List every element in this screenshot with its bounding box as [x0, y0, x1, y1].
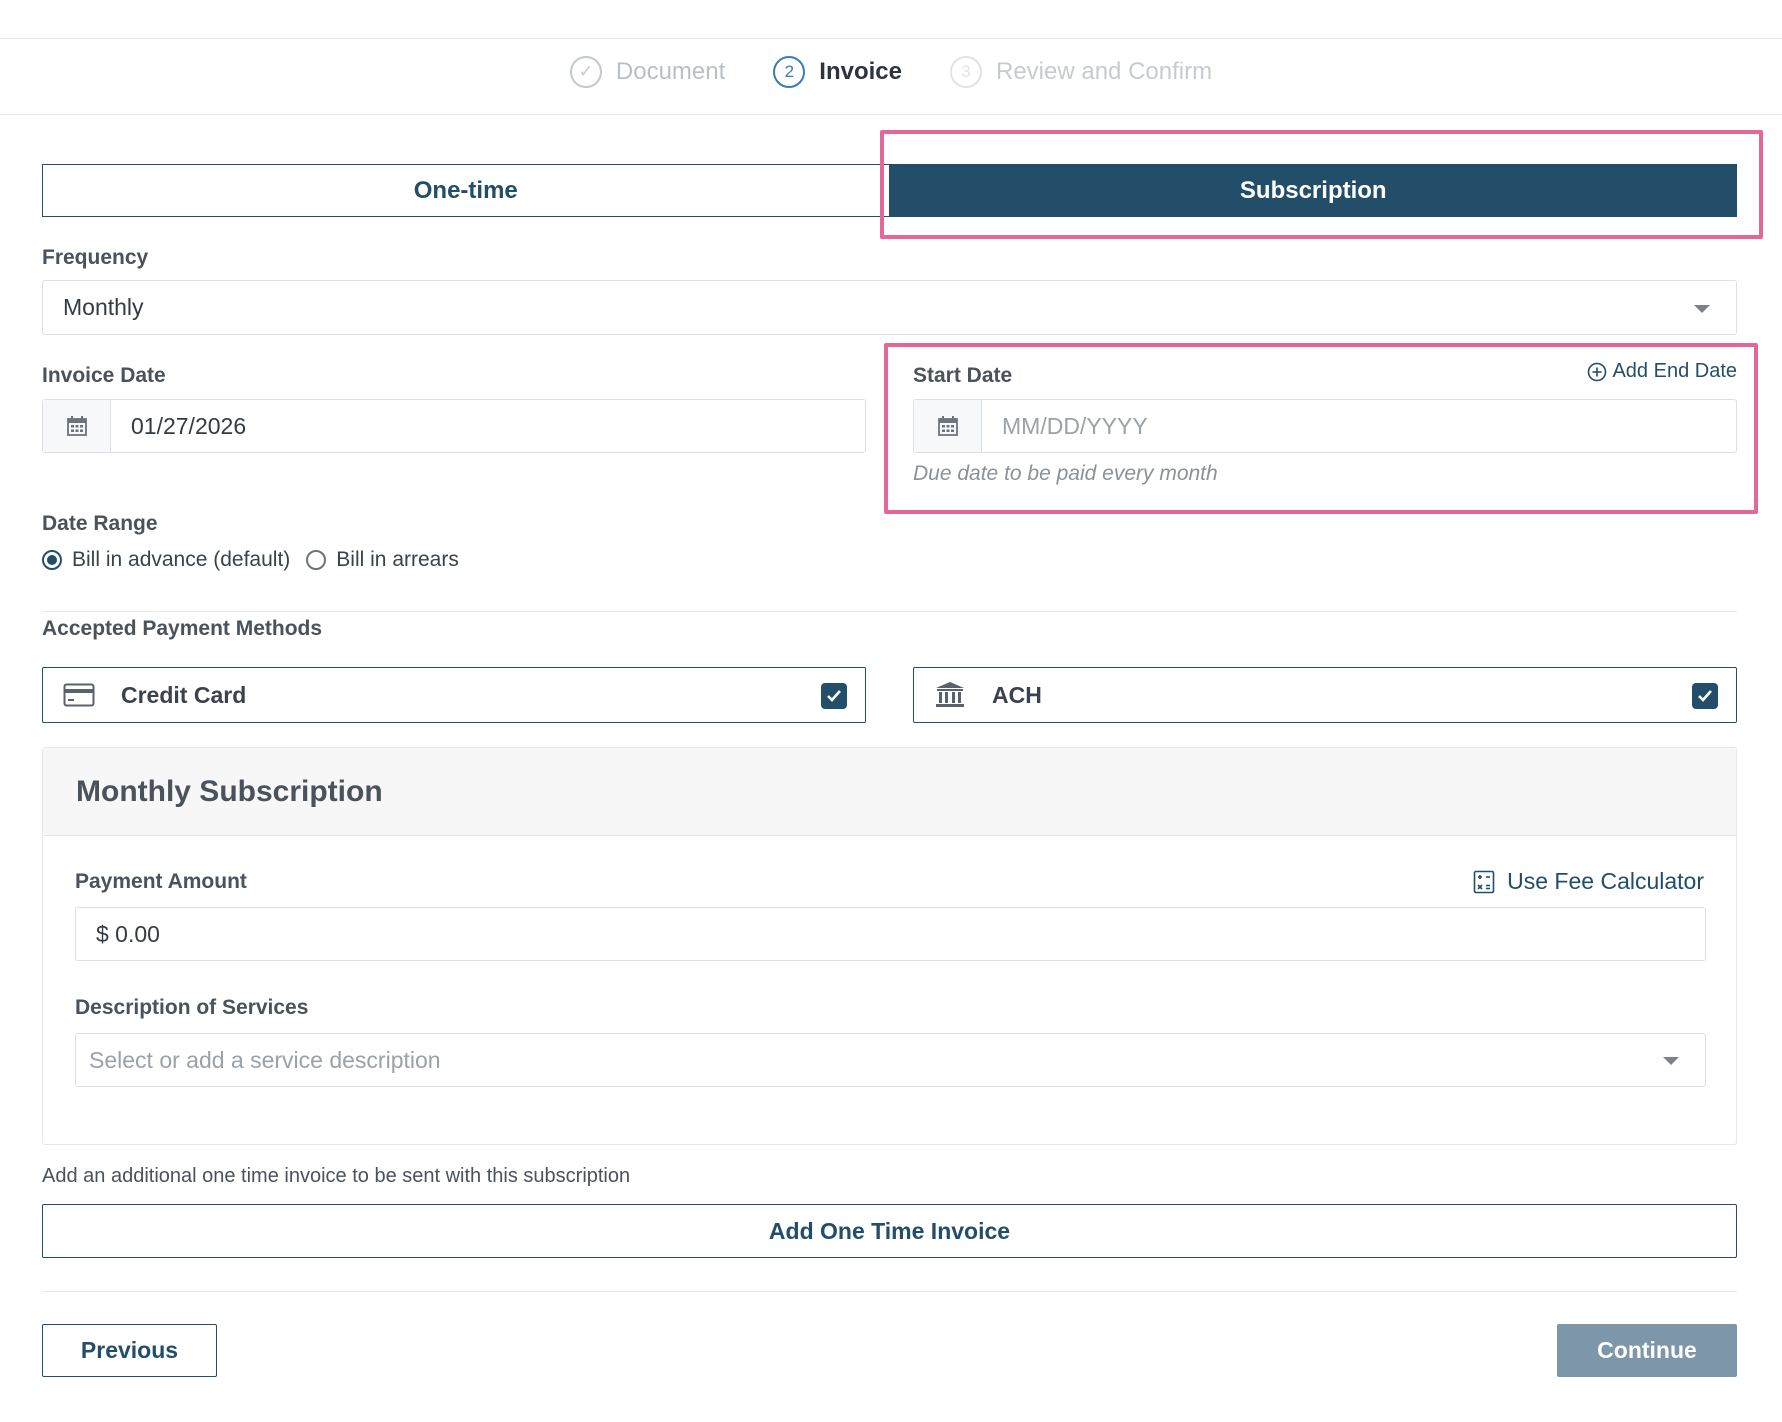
step-review-confirm: 3 Review and Confirm — [950, 56, 1212, 88]
date-range-radio-group: Bill in advance (default) Bill in arrear… — [42, 548, 459, 572]
payment-method-label: Credit Card — [121, 681, 247, 708]
calculator-icon — [1473, 870, 1495, 893]
add-end-date-label: Add End Date — [1612, 360, 1737, 382]
monthly-subscription-card: Monthly Subscription Payment Amount Use … — [42, 747, 1737, 1145]
checkbox-checked-icon[interactable] — [821, 683, 847, 709]
payment-method-ach[interactable]: ACH — [913, 667, 1737, 723]
tab-one-time[interactable]: One-time — [42, 164, 890, 217]
invoice-date-value: 01/27/2026 — [131, 412, 247, 439]
fee-calculator-label: Use Fee Calculator — [1507, 868, 1704, 894]
payment-methods-label: Accepted Payment Methods — [42, 617, 323, 640]
frequency-value: Monthly — [63, 294, 144, 320]
fee-calculator-link[interactable]: Use Fee Calculator — [1473, 868, 1704, 895]
footer-divider — [42, 1291, 1737, 1292]
radio-label: Bill in arrears — [336, 548, 459, 571]
step-invoice: 2 Invoice — [773, 56, 902, 88]
description-label: Description of Services — [75, 996, 309, 1019]
payment-amount-label: Payment Amount — [75, 870, 247, 893]
billing-type-toggle: One-time Subscription — [42, 164, 1737, 217]
chevron-down-icon — [1694, 304, 1710, 313]
previous-button[interactable]: Previous — [42, 1324, 217, 1377]
top-divider — [0, 38, 1782, 39]
stepper-divider — [0, 114, 1782, 115]
payment-amount-input[interactable]: $ 0.00 — [75, 907, 1706, 961]
start-date-label: Start Date — [913, 364, 1013, 387]
payment-method-label: ACH — [992, 681, 1042, 708]
start-date-hint: Due date to be paid every month — [913, 462, 1218, 485]
add-end-date-link[interactable]: Add End Date — [1587, 360, 1737, 383]
step-number-badge: 3 — [950, 56, 982, 88]
payment-method-credit-card[interactable]: Credit Card — [42, 667, 866, 723]
invoice-date-label: Invoice Date — [42, 364, 166, 387]
tab-subscription[interactable]: Subscription — [889, 164, 1737, 217]
description-placeholder: Select or add a service description — [89, 1046, 441, 1073]
step-document: ✓ Document — [569, 56, 726, 88]
start-date-field[interactable]: MM/DD/YYYY — [913, 399, 1737, 453]
chevron-down-icon — [1663, 1057, 1679, 1065]
calendar-icon[interactable] — [914, 400, 982, 452]
radio-bill-in-advance[interactable]: Bill in advance (default) — [42, 548, 290, 572]
step-number-badge: 2 — [773, 56, 806, 88]
step-label: Invoice — [819, 58, 902, 85]
frequency-select[interactable]: Monthly — [42, 280, 1737, 335]
card-title: Monthly Subscription — [43, 748, 1736, 836]
step-label: Document — [615, 58, 726, 85]
frequency-label: Frequency — [42, 246, 149, 269]
start-date-placeholder: MM/DD/YYYY — [1002, 412, 1148, 439]
add-one-time-invoice-button[interactable]: Add One Time Invoice — [42, 1204, 1737, 1258]
credit-card-icon — [61, 683, 97, 707]
radio-button-selected[interactable] — [42, 550, 62, 570]
step-label: Review and Confirm — [996, 58, 1213, 85]
calendar-icon[interactable] — [43, 400, 111, 452]
check-circle-icon: ✓ — [569, 56, 602, 88]
progress-stepper: ✓ Document 2 Invoice 3 Review and Confir… — [0, 56, 1782, 88]
description-select[interactable]: Select or add a service description — [75, 1033, 1706, 1087]
additional-invoice-note: Add an additional one time invoice to be… — [42, 1165, 631, 1187]
bank-icon — [932, 681, 968, 709]
section-divider — [42, 611, 1737, 612]
invoice-date-field[interactable]: 01/27/2026 — [42, 399, 866, 453]
radio-button[interactable] — [306, 550, 327, 570]
radio-bill-in-arrears[interactable]: Bill in arrears — [306, 548, 459, 572]
checkbox-checked-icon[interactable] — [1692, 683, 1718, 709]
radio-label: Bill in advance (default) — [72, 548, 291, 571]
continue-button[interactable]: Continue — [1557, 1324, 1737, 1377]
plus-circle-icon — [1588, 362, 1607, 381]
date-range-label: Date Range — [42, 512, 158, 535]
